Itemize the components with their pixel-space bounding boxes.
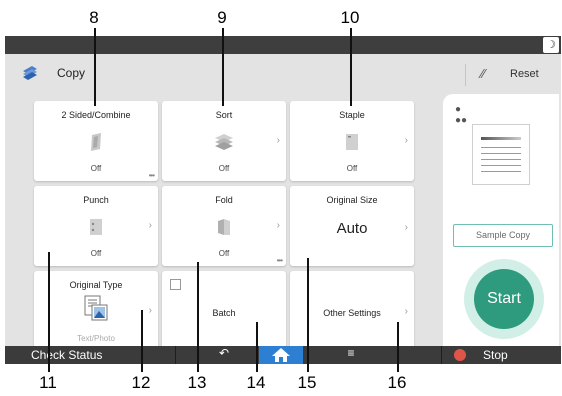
original-type-label: Original Type [69, 280, 123, 290]
original-size-button[interactable]: Original Size Auto › [290, 186, 414, 266]
staple-label: Staple [339, 110, 365, 120]
leader-line-10 [350, 28, 352, 106]
fold-chevron-icon: › [276, 220, 280, 231]
preview-line [481, 159, 521, 160]
bottom-bar: Check Status ↶ ≡ Stop [5, 346, 561, 364]
punch-chevron-icon: › [148, 220, 152, 231]
sort-button[interactable]: Sort › Off [162, 101, 286, 181]
leader-line-12 [141, 310, 143, 372]
sort-label: Sort [215, 110, 233, 120]
punch-label: Punch [83, 195, 109, 205]
start-button[interactable]: Start [474, 269, 534, 329]
preview-line [481, 171, 521, 172]
punch-button[interactable]: Punch › Off [34, 186, 158, 266]
staple-chevron-icon: › [404, 135, 408, 146]
fold-state: Off [218, 249, 230, 258]
sample-copy-button[interactable]: Sample Copy [453, 224, 553, 247]
more-dots-icon: ••• [276, 256, 283, 265]
leader-line-16 [397, 322, 399, 372]
fold-label: Fold [215, 195, 233, 205]
callout-15: 15 [297, 373, 317, 392]
callout-11: 11 [39, 373, 57, 392]
app-header: Copy ⁄⁄ Reset [5, 54, 561, 94]
bar-divider [441, 346, 442, 364]
home-icon [272, 348, 290, 362]
callout-10: 10 [340, 8, 360, 27]
fold-page-icon [218, 219, 230, 235]
preview-header-line [481, 137, 521, 140]
leader-line-15 [307, 258, 309, 372]
batch-label: Batch [212, 308, 236, 318]
stop-button[interactable]: Stop [483, 348, 508, 362]
copy-screen: ☽ Copy ⁄⁄ Reset 2 Sided/Combine Off ••• … [5, 36, 561, 364]
leader-line-13 [197, 262, 199, 372]
home-button[interactable] [259, 346, 303, 364]
leader-line-11 [48, 252, 50, 372]
check-status-button[interactable]: Check Status [31, 348, 102, 362]
page-title: Copy [57, 66, 86, 80]
bar-divider [175, 346, 176, 364]
leader-line-9 [222, 28, 224, 106]
batch-button[interactable]: Batch [162, 271, 286, 351]
menu-icon[interactable]: ≡ [342, 346, 360, 360]
stop-icon [454, 349, 466, 361]
preview-line [481, 147, 521, 148]
back-icon[interactable]: ↶ [215, 346, 233, 360]
system-top-bar: ☽ [5, 36, 561, 54]
duplex-combine-button[interactable]: 2 Sided/Combine Off ••• [34, 101, 158, 181]
preview-line [481, 165, 521, 166]
callout-16: 16 [387, 373, 407, 392]
punch-state: Off [90, 249, 102, 258]
callout-14: 14 [246, 373, 266, 392]
callout-13: 13 [187, 373, 207, 392]
preview-line [481, 153, 521, 154]
staple-state: Off [346, 164, 358, 173]
sort-state: Off [218, 164, 230, 173]
reset-icon[interactable]: ⁄⁄ [481, 66, 485, 81]
copy-app-icon [23, 66, 37, 80]
right-panel: ● ●● Sample Copy Start [443, 94, 559, 346]
reset-button[interactable]: Reset [510, 68, 539, 80]
sort-stack-icon [215, 134, 233, 150]
callout-8: 8 [89, 8, 99, 27]
fold-button[interactable]: Fold › Off ••• [162, 186, 286, 266]
duplex-combine-label: 2 Sided/Combine [61, 110, 131, 120]
callout-9: 9 [217, 8, 227, 27]
moon-icon[interactable]: ☽ [543, 37, 559, 53]
staple-page-icon [346, 134, 358, 150]
duplex-state: Off [90, 164, 102, 173]
original-type-chevron-icon: › [148, 305, 152, 316]
copy-preview [472, 124, 530, 185]
leader-line-14 [256, 322, 258, 372]
original-size-chevron-icon: › [404, 222, 408, 233]
text-photo-icon [84, 295, 108, 321]
other-settings-chevron-icon: › [404, 306, 408, 317]
duplex-page-icon [91, 133, 101, 151]
original-size-label: Original Size [326, 195, 378, 205]
staple-button[interactable]: Staple › Off [290, 101, 414, 181]
sheets-icon: ● ●● [455, 104, 468, 126]
batch-checkbox[interactable] [170, 279, 181, 290]
original-type-state: Text/Photo [77, 334, 115, 343]
callout-12: 12 [131, 373, 151, 392]
header-divider [465, 64, 466, 86]
punch-page-icon [90, 219, 102, 235]
sort-chevron-icon: › [276, 135, 280, 146]
original-type-button[interactable]: Original Type › Text/Photo [34, 271, 158, 351]
original-size-value: Auto [336, 220, 368, 237]
leader-line-8 [94, 28, 96, 106]
more-dots-icon: ••• [148, 171, 155, 180]
